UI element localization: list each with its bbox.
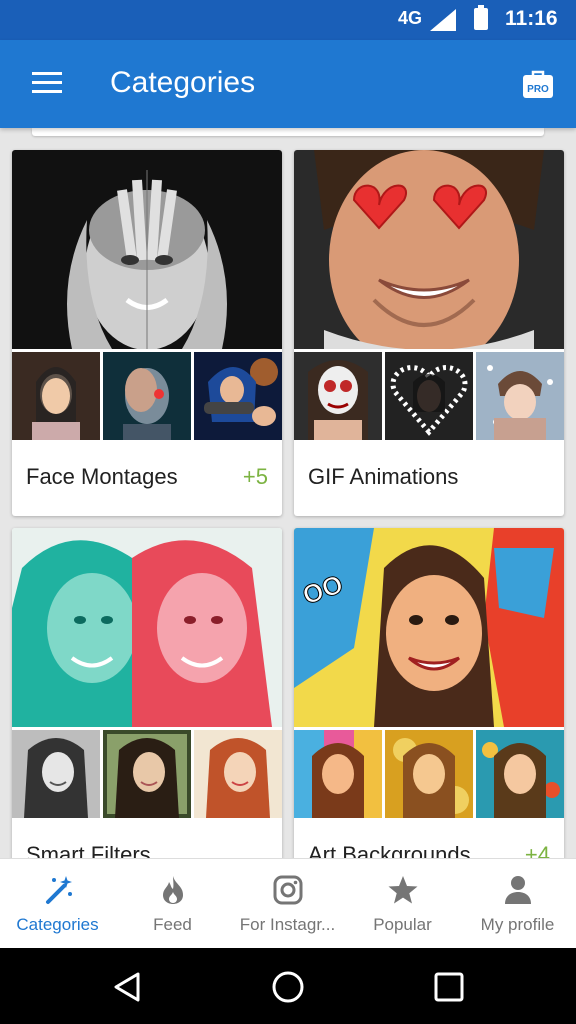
nav-label: Categories bbox=[16, 915, 99, 934]
thumbnail-image bbox=[385, 352, 473, 440]
category-card-face-montages[interactable]: Face Montages +5 bbox=[12, 150, 282, 516]
nav-item-for-instagram[interactable]: For Instagr... bbox=[230, 859, 345, 949]
page-title: Categories bbox=[110, 66, 256, 99]
magic-wand-icon bbox=[46, 876, 72, 904]
category-extra-count: +5 bbox=[242, 464, 268, 489]
recents-icon[interactable] bbox=[432, 970, 466, 1004]
bottom-navigation: Categories Feed For Instagr... Popular M… bbox=[0, 858, 576, 948]
nav-label: Feed bbox=[153, 915, 192, 934]
thumbnail-image bbox=[194, 352, 282, 440]
nav-item-categories[interactable]: Categories bbox=[0, 859, 115, 949]
nav-item-popular[interactable]: Popular bbox=[345, 859, 460, 949]
status-bar: 4G 11:16 bbox=[0, 0, 576, 40]
thumbnail-image bbox=[476, 352, 564, 440]
previous-card-edge bbox=[32, 128, 544, 136]
category-name: Art Backgrounds bbox=[308, 842, 471, 858]
category-card-smart-filters[interactable]: Smart Filters bbox=[12, 528, 282, 858]
app-bar: Categories PRO bbox=[0, 40, 576, 128]
nav-label: For Instagr... bbox=[239, 915, 336, 934]
battery-icon bbox=[474, 5, 488, 30]
pro-bag-icon[interactable]: PRO bbox=[522, 69, 554, 99]
nav-label: Popular bbox=[373, 915, 432, 934]
art-backgrounds-hero-image: OO bbox=[294, 528, 564, 727]
instagram-icon bbox=[273, 875, 303, 905]
system-navigation-bar bbox=[0, 948, 576, 1024]
clock: 11:16 bbox=[505, 7, 558, 30]
thumbnail-image bbox=[103, 352, 191, 440]
person-icon bbox=[505, 876, 531, 904]
categories-grid[interactable]: Face Montages +5 GIF Animations Smart Fi… bbox=[0, 128, 576, 858]
network-type: 4G bbox=[398, 8, 423, 28]
category-card-art-backgrounds[interactable]: OO Art Backgrounds +4 bbox=[294, 528, 564, 858]
back-icon[interactable] bbox=[110, 970, 144, 1004]
home-icon[interactable] bbox=[271, 970, 305, 1004]
category-extra-count: +4 bbox=[524, 842, 550, 858]
gif-animation-thumbnails bbox=[294, 352, 564, 440]
hamburger-menu-icon[interactable] bbox=[32, 70, 64, 96]
star-icon bbox=[388, 876, 418, 904]
category-name: Face Montages bbox=[26, 464, 178, 489]
thumbnail-image bbox=[476, 730, 564, 818]
signal-icon bbox=[430, 9, 456, 31]
nav-label: My profile bbox=[480, 915, 555, 934]
smart-filters-hero-image bbox=[12, 528, 282, 727]
category-card-gif-animations[interactable]: GIF Animations bbox=[294, 150, 564, 516]
thumbnail-image bbox=[103, 730, 191, 818]
thumbnail-image bbox=[194, 730, 282, 818]
category-name: GIF Animations bbox=[308, 464, 459, 489]
thumbnail-image bbox=[294, 730, 382, 818]
art-backgrounds-thumbnails bbox=[294, 730, 564, 818]
face-montage-hero-image bbox=[12, 150, 282, 349]
flame-icon bbox=[163, 876, 183, 904]
thumbnail-image bbox=[385, 730, 473, 818]
thumbnail-image bbox=[294, 352, 382, 440]
face-montage-thumbnails bbox=[12, 352, 282, 440]
nav-item-feed[interactable]: Feed bbox=[115, 859, 230, 949]
smart-filters-thumbnails bbox=[12, 730, 282, 818]
thumbnail-image bbox=[12, 730, 100, 818]
gif-animation-hero-image bbox=[294, 150, 564, 349]
thumbnail-image bbox=[12, 352, 100, 440]
category-name: Smart Filters bbox=[26, 842, 151, 858]
pro-badge-text: PRO bbox=[527, 84, 549, 95]
nav-item-my-profile[interactable]: My profile bbox=[460, 859, 575, 949]
